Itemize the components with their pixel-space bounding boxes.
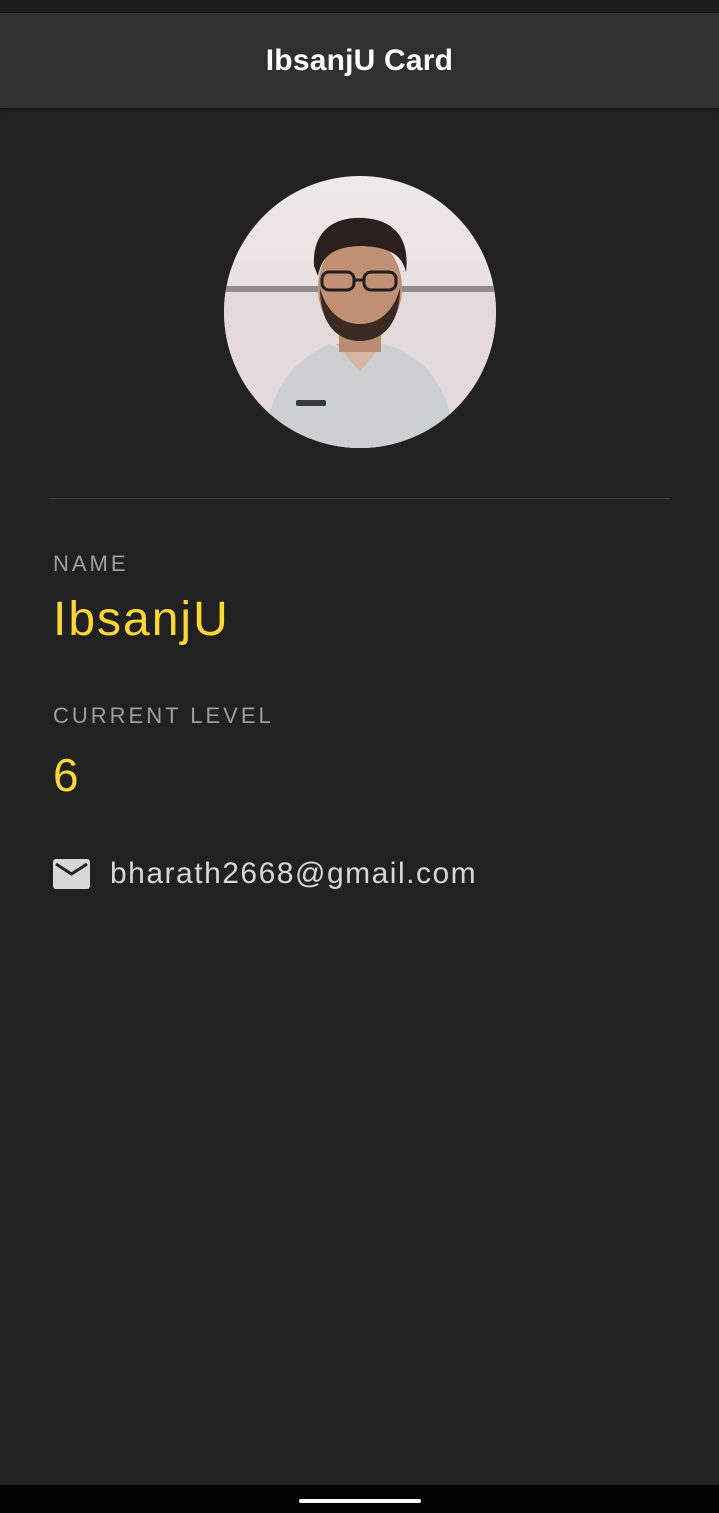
app-title: IbsanjU Card — [265, 43, 454, 77]
avatar-photo — [224, 176, 496, 448]
avatar — [224, 176, 496, 448]
mail-icon — [53, 859, 90, 889]
email-row[interactable]: bharath2668@gmail.com — [53, 852, 477, 896]
app-bar: IbsanjU Card — [0, 13, 719, 108]
status-bar — [0, 0, 719, 13]
email-text: bharath2668@gmail.com — [110, 857, 478, 890]
name-label: NAME — [53, 551, 129, 576]
current-level-label: CURRENT LEVEL — [53, 703, 274, 728]
navigation-bar — [0, 1485, 719, 1513]
current-level-value: 6 — [53, 749, 81, 801]
divider — [49, 498, 670, 499]
home-indicator[interactable] — [299, 1499, 421, 1503]
name-value: IbsanjU — [53, 593, 230, 646]
app-screen: IbsanjU Card NAME IbsanjU CURRENT LEVEL … — [0, 0, 719, 1513]
